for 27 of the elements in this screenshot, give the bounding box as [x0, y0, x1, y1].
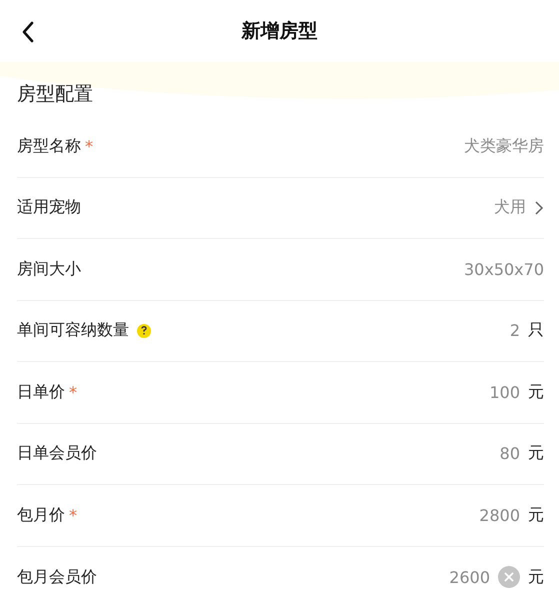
field-label: 包月价 [17, 504, 65, 526]
input-field[interactable]: 2600 [449, 568, 490, 587]
input-field[interactable]: 100 [489, 382, 520, 402]
unit-label: 元 [528, 443, 544, 464]
unit-label: 元 [528, 504, 544, 526]
input-field[interactable]: 2800 [479, 506, 520, 525]
section-title: 房型配置 [17, 82, 93, 107]
required-mark: * [69, 382, 77, 402]
field-label: 包月会员价 [17, 566, 97, 588]
unit-label: 元 [528, 382, 544, 403]
input-field[interactable]: 2 [510, 321, 520, 340]
unit-label: 只 [528, 320, 544, 342]
field-label: 房间大小 [17, 258, 81, 280]
help-icon[interactable] [137, 324, 151, 338]
required-mark: * [69, 506, 77, 525]
input-field[interactable]: 80 [500, 444, 520, 464]
field-label: 适用宠物 [17, 197, 81, 218]
required-mark: * [85, 136, 93, 156]
unit-label: 元 [528, 566, 544, 588]
select-value[interactable]: 犬用 [494, 197, 526, 218]
field-label: 日单价 [17, 382, 65, 403]
input-field[interactable]: 30x50x70 [464, 260, 544, 279]
field-label: 日单会员价 [17, 443, 97, 464]
input-field[interactable]: 犬类豪华房 [464, 136, 544, 157]
field-label: 单间可容纳数量 [17, 320, 129, 342]
page-title: 新增房型 [242, 19, 318, 44]
field-label: 房型名称 [17, 136, 81, 157]
